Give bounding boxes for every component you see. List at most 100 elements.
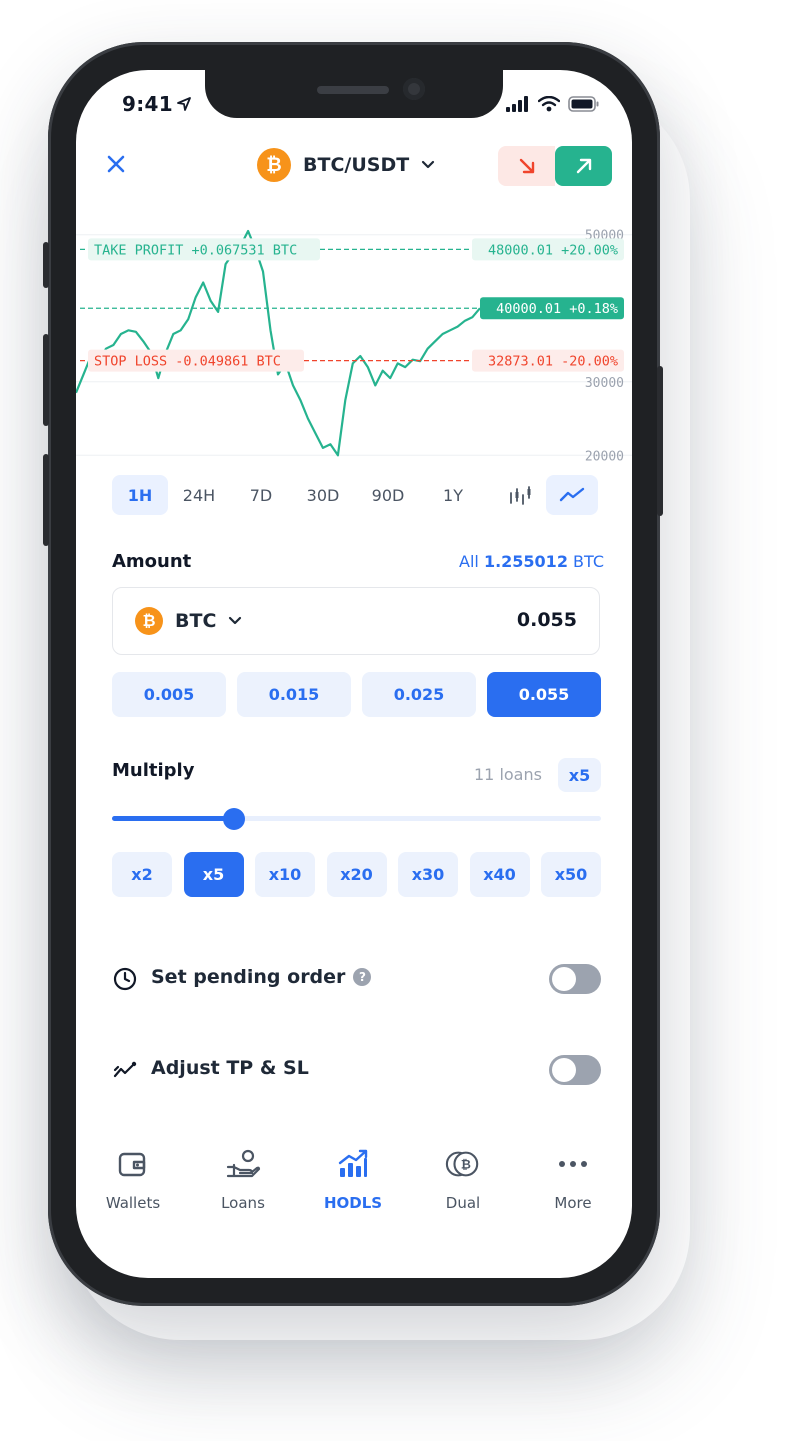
signal-icon: [506, 96, 528, 112]
multiplier-options: x2 x5 x10 x20 x30 x40 x50: [112, 852, 601, 897]
toggle-knob: [552, 967, 576, 991]
price-chart[interactable]: 500003000020000 TAKE PROFIT +0.067531 BT…: [76, 220, 632, 470]
timeframe-90d[interactable]: 90D: [354, 475, 422, 515]
wifi-icon: [538, 96, 560, 112]
amount-preset[interactable]: 0.005: [112, 672, 226, 717]
dual-coin-icon: ₿: [445, 1151, 479, 1177]
slider-thumb[interactable]: [223, 808, 246, 830]
toggle-knob: [552, 1058, 576, 1082]
multiplier-option[interactable]: x50: [541, 852, 601, 897]
tp-sl-text: Adjust TP & SL: [151, 1057, 309, 1079]
direction-toggle: [498, 146, 612, 186]
line-chart-icon: [559, 487, 585, 502]
candlestick-chart-button[interactable]: [494, 475, 546, 515]
volume-up-button: [43, 334, 49, 426]
line-chart-button[interactable]: [546, 475, 598, 515]
amount-title: Amount: [112, 551, 192, 572]
pair-selector[interactable]: ₿ BTC/USDT: [257, 148, 435, 182]
growth-chart-icon: [338, 1149, 368, 1177]
battery-icon: [568, 96, 599, 112]
slider-fill: [112, 816, 235, 821]
timeframe-7d[interactable]: 7D: [230, 475, 292, 515]
amount-value: 0.055: [516, 609, 577, 631]
speaker: [317, 86, 389, 94]
tab-label: HODLS: [323, 1194, 383, 1212]
pair-label: BTC/USDT: [303, 154, 410, 176]
pending-order-row: Set pending order ?: [112, 962, 601, 994]
tp-sl-toggle[interactable]: [549, 1055, 601, 1085]
svg-text:32873.01 -20.00%: 32873.01 -20.00%: [488, 354, 618, 370]
tab-wallets[interactable]: Wallets: [78, 1146, 188, 1212]
all-balance-link[interactable]: All 1.255012 BTC: [459, 552, 604, 571]
y-tick-label: 30000: [585, 376, 624, 391]
candlestick-icon: [510, 486, 531, 505]
take-profit-label: TAKE PROFIT +0.067531 BTC: [88, 238, 320, 261]
multiplier-slider[interactable]: [112, 808, 601, 830]
all-value: 1.255012: [483, 552, 568, 571]
svg-text:TAKE PROFIT +0.067531 BTC: TAKE PROFIT +0.067531 BTC: [94, 242, 297, 258]
current-price-label: 40000.01 +0.18%: [480, 297, 624, 320]
help-icon[interactable]: ?: [353, 968, 372, 986]
short-button[interactable]: [498, 146, 555, 186]
amount-input[interactable]: ₿ BTC 0.055: [112, 587, 600, 655]
tab-dual[interactable]: ₿ Dual: [408, 1146, 518, 1212]
all-prefix: All: [459, 552, 479, 571]
mute-switch: [43, 242, 49, 288]
tp-sl-label: Adjust TP & SL: [151, 1057, 309, 1079]
timeframe-24h[interactable]: 24H: [168, 475, 230, 515]
timeframe-30d[interactable]: 30D: [292, 475, 354, 515]
timeframe-1y[interactable]: 1Y: [422, 475, 484, 515]
timeframe-selector: 1H 24H 7D 30D 90D 1Y: [112, 475, 602, 515]
multiplier-option-selected[interactable]: x5: [183, 852, 244, 897]
tab-label: Loans: [221, 1194, 265, 1212]
multiply-title: Multiply: [112, 760, 195, 781]
front-camera: [403, 78, 425, 100]
multiplier-option[interactable]: x30: [398, 852, 458, 897]
notch: [205, 70, 503, 118]
timeframe-1h[interactable]: 1H: [112, 475, 168, 515]
close-icon[interactable]: [104, 152, 128, 176]
price-line: [76, 229, 481, 457]
multiplier-option[interactable]: x20: [326, 852, 387, 897]
amount-preset-selected[interactable]: 0.055: [487, 672, 601, 717]
amount-presets: 0.005 0.015 0.025 0.055: [112, 672, 601, 717]
loans-count: 11 loans: [474, 765, 542, 784]
stop-loss-label: STOP LOSS -0.049861 BTC: [88, 349, 304, 372]
tp-sl-row: Adjust TP & SL: [112, 1053, 601, 1085]
take-profit-price-label: 48000.01 +20.00%: [472, 238, 624, 261]
tab-bar: Wallets Loans HODLS ₿ Dual More: [76, 1146, 632, 1256]
tab-label: More: [554, 1194, 592, 1212]
tab-label: Dual: [445, 1194, 481, 1212]
tab-hodls[interactable]: HODLS: [298, 1146, 408, 1212]
long-button[interactable]: [555, 146, 612, 186]
amount-coin-selector[interactable]: ₿ BTC: [135, 607, 242, 635]
app-screen: 9:41 ₿ BTC/USDT 50000 30000 20000 TAKE P…: [76, 70, 632, 1278]
tab-label: Wallets: [105, 1194, 161, 1212]
tab-loans[interactable]: Loans: [188, 1146, 298, 1212]
chevron-down-icon: [422, 160, 435, 169]
hand-coin-icon: [226, 1149, 261, 1178]
trend-line-icon: [113, 1061, 137, 1078]
stop-loss-price-label: 32873.01 -20.00%: [472, 349, 624, 372]
volume-down-button: [43, 454, 49, 546]
pending-order-toggle[interactable]: [549, 964, 601, 994]
svg-text:40000.01 +0.18%: 40000.01 +0.18%: [496, 301, 618, 317]
chevron-down-icon: [229, 616, 242, 625]
amount-preset[interactable]: 0.015: [237, 672, 351, 717]
bitcoin-icon: ₿: [135, 607, 163, 635]
y-tick-label: 20000: [585, 449, 624, 464]
status-time: 9:41: [122, 92, 173, 116]
power-button: [657, 366, 663, 516]
svg-text:₿: ₿: [461, 1158, 471, 1172]
svg-text:STOP LOSS -0.049861 BTC: STOP LOSS -0.049861 BTC: [94, 354, 281, 370]
amount-coin-label: BTC: [175, 610, 217, 632]
pending-order-label: Set pending order ?: [151, 966, 372, 988]
multiplier-option[interactable]: x40: [469, 852, 530, 897]
amount-preset[interactable]: 0.025: [362, 672, 476, 717]
multiplier-badge: x5: [558, 758, 601, 792]
wallet-icon: [118, 1152, 146, 1177]
multiplier-option[interactable]: x10: [255, 852, 315, 897]
tab-more[interactable]: More: [518, 1146, 628, 1212]
multiplier-option[interactable]: x2: [112, 852, 172, 897]
arrow-up-right-icon: [576, 158, 591, 174]
